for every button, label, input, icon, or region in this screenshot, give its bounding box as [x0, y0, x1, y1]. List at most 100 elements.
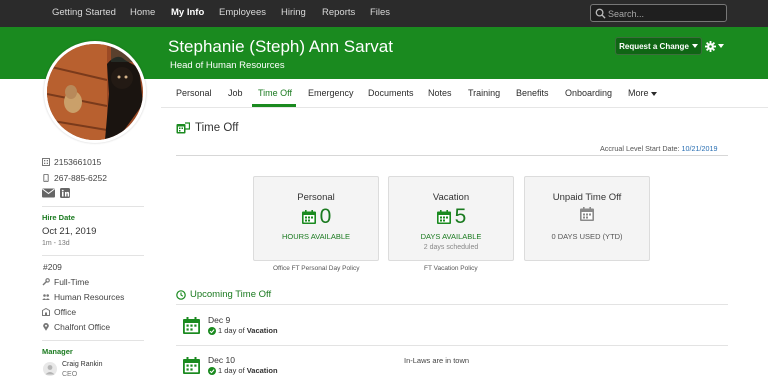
card-value: 0	[319, 205, 332, 228]
accrual-date: 10/21/2019	[681, 144, 718, 153]
card-value: 5	[454, 205, 467, 228]
gear-icon	[705, 40, 716, 52]
linkedin-icon[interactable]	[60, 187, 71, 198]
nav-home[interactable]: Home	[130, 7, 155, 18]
event-amount: 1 day of	[218, 326, 245, 335]
event-date: Dec 9	[208, 315, 231, 325]
personal-balance-card[interactable]: Personal 0 HOURS AVAILABLE	[253, 176, 379, 261]
section-divider	[176, 155, 728, 156]
upcoming-title: Upcoming Time Off	[190, 289, 272, 300]
calendar-icon	[580, 207, 594, 221]
mobile-phone-icon	[43, 174, 49, 182]
event-detail: 1 day of Vacation	[208, 366, 278, 375]
office-location-value: Chalfont Office	[54, 322, 111, 332]
employment-type: Full-Time	[42, 277, 89, 287]
accrual-label: Accrual Level Start Date:	[600, 144, 680, 153]
nav-files[interactable]: Files	[370, 7, 390, 18]
personal-policy: Office FT Personal Day Policy	[273, 265, 360, 272]
department: Human Resources	[42, 292, 124, 302]
tab-emergency[interactable]: Emergency	[308, 88, 354, 98]
tab-notes[interactable]: Notes	[428, 88, 452, 98]
clock-icon	[176, 289, 186, 300]
request-change-button[interactable]: Request a Change	[615, 37, 702, 55]
sidebar-divider	[42, 340, 144, 341]
card-title: Personal	[297, 192, 335, 203]
location-type-value: Office	[54, 307, 77, 317]
mobile-phone: 267-885-6252	[42, 173, 107, 183]
time-off-title: Time Off	[195, 122, 239, 134]
work-phone: 2153661015	[42, 157, 101, 167]
time-off-heading: Time Off	[176, 122, 238, 134]
tab-benefits[interactable]: Benefits	[516, 88, 549, 98]
tab-onboarding[interactable]: Onboarding	[565, 88, 612, 98]
tab-job[interactable]: Job	[228, 88, 243, 98]
nav-reports[interactable]: Reports	[322, 7, 355, 18]
tab-more[interactable]: More	[628, 88, 658, 98]
map-pin-icon	[43, 323, 49, 331]
people-icon	[42, 294, 50, 300]
mobile-phone-value: 267-885-6252	[54, 173, 107, 183]
event-date: Dec 10	[208, 355, 235, 365]
caret-down-icon	[718, 44, 724, 48]
tab-training[interactable]: Training	[468, 88, 500, 98]
vacation-balance-card[interactable]: Vacation 5 DAYS AVAILABLE 2 days schedul…	[388, 176, 514, 261]
caret-down-icon	[651, 92, 658, 96]
card-unit: 0 DAYS USED (YTD)	[551, 232, 623, 241]
manager-name: Craig Rankin	[62, 361, 103, 368]
profile-photo	[47, 44, 143, 140]
search-input[interactable]	[608, 7, 720, 20]
event-amount: 1 day of	[218, 366, 245, 375]
accrual-info: Accrual Level Start Date: 10/21/2019	[600, 144, 717, 153]
manager-avatar	[43, 362, 57, 376]
tabs-divider	[161, 107, 768, 108]
nav-hiring[interactable]: Hiring	[281, 7, 306, 18]
department-value: Human Resources	[54, 292, 125, 302]
nav-my-info[interactable]: My Info	[171, 7, 204, 18]
avatar	[44, 41, 146, 143]
employee-number: #209	[42, 262, 62, 272]
check-circle-icon	[208, 366, 216, 375]
card-unit: HOURS AVAILABLE	[281, 232, 351, 241]
settings-menu-button[interactable]	[705, 38, 727, 54]
sidebar-divider	[42, 206, 144, 207]
caret-down-icon	[691, 44, 698, 48]
request-change-label: Request a Change	[619, 41, 689, 51]
employee-name: Stephanie (Steph) Ann Sarvat	[168, 37, 393, 56]
check-circle-icon	[208, 326, 216, 335]
employee-number-value: #209	[43, 262, 62, 272]
card-scheduled: 2 days scheduled	[423, 244, 479, 251]
wrench-icon	[42, 278, 50, 286]
building-phone-icon	[42, 158, 50, 166]
tab-personal[interactable]: Personal	[176, 88, 212, 98]
tab-more-label: More	[628, 88, 649, 98]
unpaid-time-off-card[interactable]: Unpaid Time Off 0 DAYS USED (YTD)	[524, 176, 650, 261]
search-box[interactable]	[590, 4, 727, 22]
manager-title: CEO	[62, 371, 78, 378]
hire-date-label: Hire Date	[42, 213, 75, 222]
nav-employees[interactable]: Employees	[219, 7, 266, 18]
tab-documents[interactable]: Documents	[368, 88, 414, 98]
office-location: Chalfont Office	[42, 322, 110, 332]
building-icon	[42, 308, 50, 316]
event-note: In-Laws are in town	[404, 356, 470, 365]
employment-type-value: Full-Time	[54, 277, 90, 287]
tab-time-off[interactable]: Time Off	[258, 88, 292, 98]
contact-icons	[42, 187, 71, 198]
card-unit: DAYS AVAILABLE	[420, 232, 482, 241]
nav-getting-started[interactable]: Getting Started	[52, 7, 116, 18]
search-icon	[595, 8, 606, 19]
upcoming-divider	[176, 304, 728, 305]
calendar-icon	[436, 210, 451, 224]
top-nav: Getting Started Home My Info Employees H…	[0, 0, 768, 27]
location-type: Office	[42, 307, 76, 317]
employee-job-title: Head of Human Resources	[170, 60, 285, 71]
vacation-policy: FT Vacation Policy	[424, 265, 478, 272]
sidebar-divider	[42, 255, 144, 256]
upcoming-time-off-heading: Upcoming Time Off	[176, 289, 271, 300]
hire-date-value: Oct 21, 2019	[42, 226, 97, 237]
email-icon[interactable]	[42, 188, 55, 198]
calendar-icon	[183, 317, 200, 334]
event-type: Vacation	[246, 326, 278, 335]
upcoming-divider	[176, 345, 728, 346]
calendar-icon	[183, 357, 200, 374]
